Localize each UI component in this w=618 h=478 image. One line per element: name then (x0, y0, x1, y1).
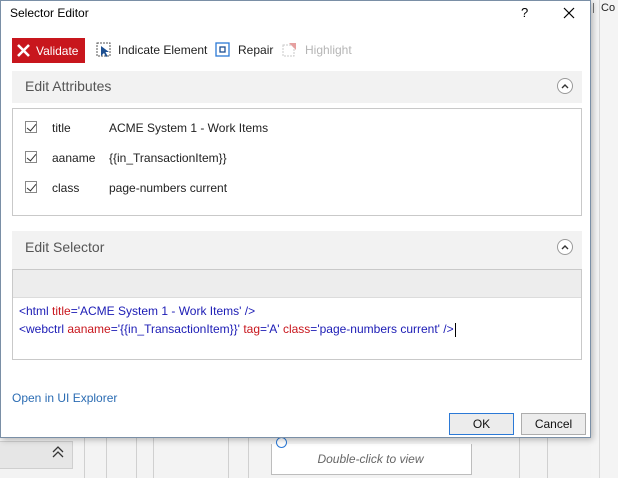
close-icon[interactable] (562, 2, 576, 25)
activity-card-hint: Double-click to view (317, 452, 424, 466)
text-caret (454, 322, 456, 337)
attribute-name: title (52, 121, 71, 135)
validate-label: Validate (36, 44, 79, 58)
background-divider (84, 438, 85, 478)
collapse-selector-icon[interactable] (557, 239, 573, 255)
selector-textbox-header (13, 270, 581, 298)
repair-button[interactable]: Repair (238, 43, 273, 57)
toolbar: Validate Indicate Element Repair Highlig… (1, 37, 590, 65)
selector-editor-dialog: Selector Editor ? Validate Indicate Elem… (0, 0, 591, 438)
ok-button[interactable]: OK (449, 413, 514, 435)
edit-selector-title: Edit Selector (25, 239, 105, 255)
edit-selector-header: Edit Selector (12, 231, 582, 269)
selector-line-webctrl: <webctrl aaname='{{in_TransactionItem}}'… (19, 322, 456, 337)
background-scroll-indicator (593, 3, 594, 13)
attribute-checkbox[interactable] (25, 121, 37, 133)
invalid-x-icon (17, 39, 30, 62)
help-button[interactable]: ? (521, 5, 528, 20)
background-divider (106, 438, 107, 478)
selector-editor-textbox[interactable]: <html title='ACME System 1 - Work Items'… (12, 269, 582, 360)
attribute-checkbox[interactable] (25, 181, 37, 193)
attribute-row: class page-numbers current (13, 179, 581, 199)
background-panel-label: Co (601, 2, 616, 14)
attribute-name: aaname (52, 151, 96, 165)
attribute-row: title ACME System 1 - Work Items (13, 119, 581, 139)
window-title: Selector Editor (10, 6, 89, 20)
collapse-attributes-icon[interactable] (557, 78, 573, 94)
selector-line-html: <html title='ACME System 1 - Work Items'… (19, 304, 256, 318)
highlight-button: Highlight (305, 43, 352, 57)
background-divider (153, 438, 154, 478)
attribute-row: aaname {{in_TransactionItem}} (13, 149, 581, 169)
background-divider (248, 438, 249, 478)
cancel-button[interactable]: Cancel (521, 413, 586, 435)
background-divider (228, 438, 229, 478)
attribute-value[interactable]: {{in_TransactionItem}} (109, 151, 227, 165)
edit-attributes-header: Edit Attributes (12, 71, 582, 103)
attribute-name: class (52, 181, 80, 195)
open-in-ui-explorer-link[interactable]: Open in UI Explorer (12, 391, 117, 405)
attribute-checkbox[interactable] (25, 151, 37, 163)
background-divider (519, 438, 520, 478)
validate-button[interactable]: Validate (12, 38, 85, 63)
activity-status-icon (276, 437, 287, 448)
background-divider (547, 438, 548, 478)
background-side-panel (591, 0, 618, 478)
highlight-icon (282, 42, 296, 57)
attributes-list: title ACME System 1 - Work Items aaname … (12, 108, 582, 216)
indicate-element-icon[interactable] (96, 42, 111, 57)
title-bar[interactable]: Selector Editor ? (1, 1, 590, 25)
attribute-value[interactable]: ACME System 1 - Work Items (109, 121, 268, 135)
attribute-value[interactable]: page-numbers current (109, 181, 227, 195)
indicate-element-button[interactable]: Indicate Element (118, 43, 207, 57)
double-chevron-up-icon[interactable] (52, 445, 64, 462)
repair-icon[interactable] (215, 42, 230, 57)
background-divider (136, 438, 137, 478)
edit-attributes-title: Edit Attributes (25, 78, 112, 94)
